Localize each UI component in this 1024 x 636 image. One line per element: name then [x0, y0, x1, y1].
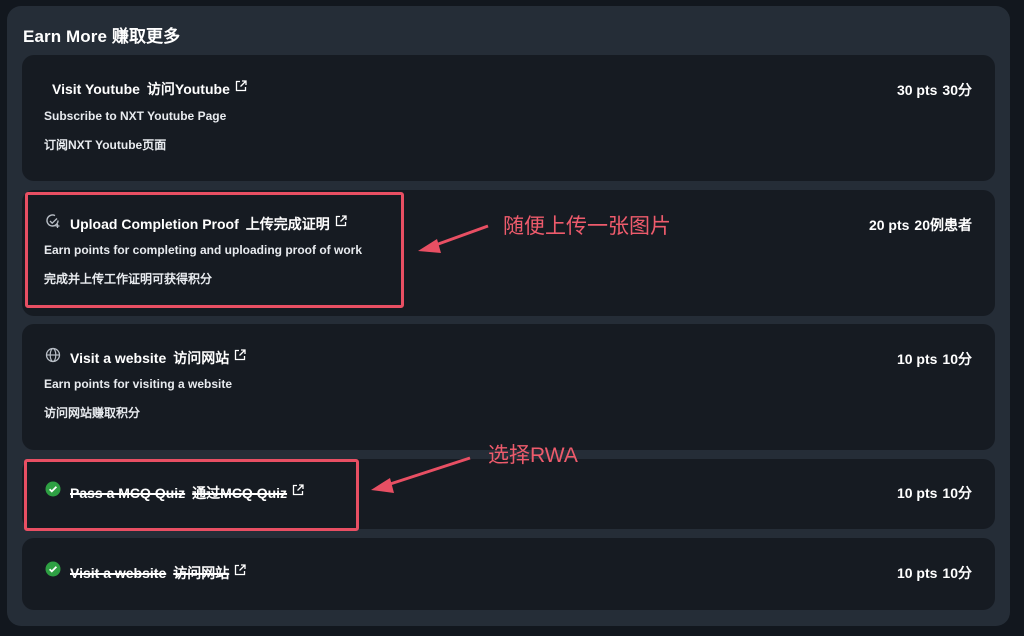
annotation-note: 选择RWA [488, 444, 578, 467]
annotation-arrowhead [371, 478, 394, 493]
annotation-arrow [429, 224, 489, 249]
annotation-arrowhead [418, 239, 441, 253]
annotation-arrows [371, 224, 489, 493]
annotation-arrow [383, 456, 471, 488]
annotation-note: 随便上传一张图片 [503, 215, 671, 238]
